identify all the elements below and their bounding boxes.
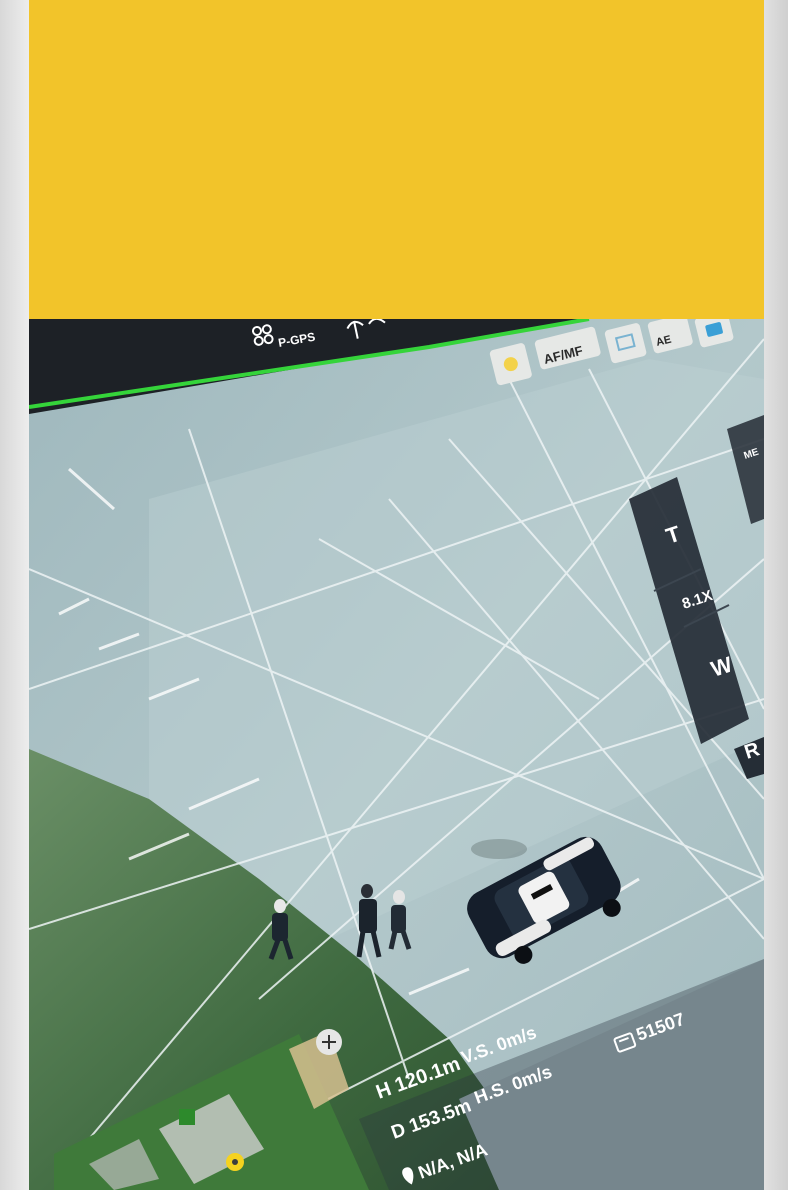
photo-page: T 8.1X W R ME P-GPS AF/MF AE H 120.1m V.… — [0, 0, 788, 1190]
location-pin-icon — [226, 1153, 244, 1171]
yellow-banner — [29, 0, 764, 319]
compass-icon[interactable] — [316, 1029, 342, 1055]
controller-screen-scene: T 8.1X W R ME P-GPS AF/MF AE H 120.1m V.… — [29, 319, 764, 1190]
drone-controller-photo: T 8.1X W R ME P-GPS AF/MF AE H 120.1m V.… — [29, 319, 764, 1190]
oil-stain — [471, 839, 527, 859]
